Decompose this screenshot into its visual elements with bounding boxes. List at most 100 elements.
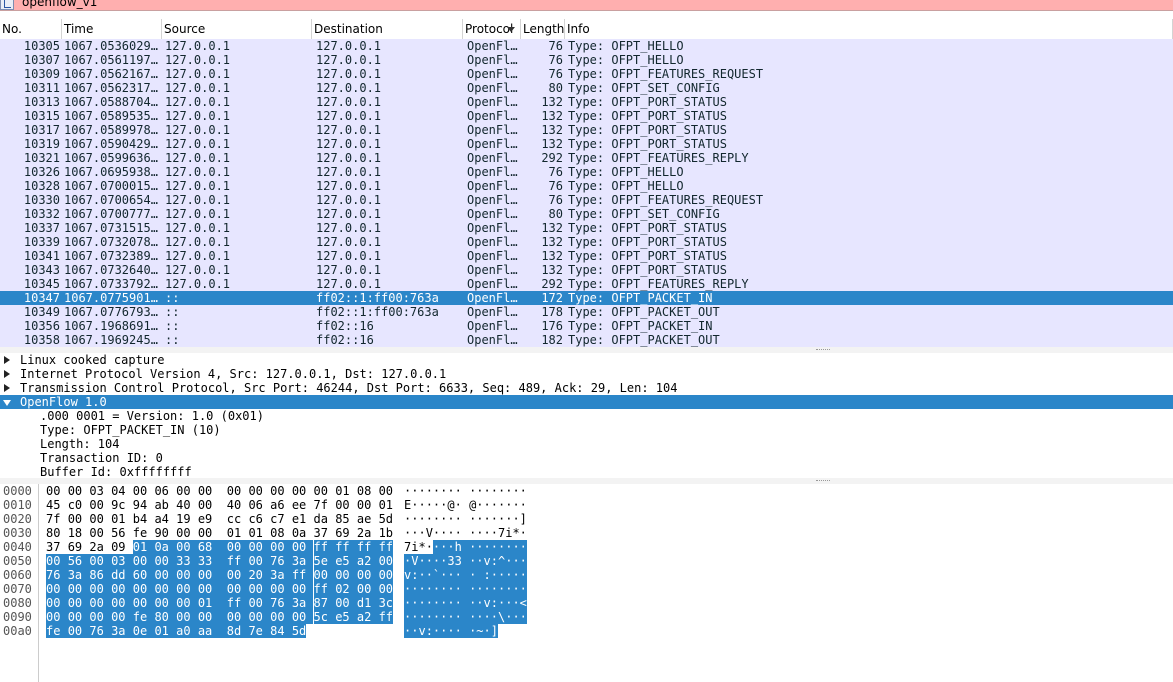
ascii-char[interactable] xyxy=(461,624,470,638)
ascii-char[interactable] xyxy=(461,540,470,554)
hex-byte[interactable]: 01 xyxy=(379,498,393,512)
hex-byte[interactable]: 00 xyxy=(154,582,169,596)
ascii-char[interactable]: · xyxy=(447,540,455,554)
packet-row[interactable]: 10330 1067.0700654… 127.0.0.1 127.0.0.1 Open… xyxy=(0,193,1173,207)
hex-byte[interactable]: 1b xyxy=(379,526,393,540)
ascii-char[interactable]: · xyxy=(433,512,440,526)
hex-byte[interactable]: 94 xyxy=(133,498,147,512)
hex-byte[interactable]: 00 xyxy=(378,554,394,568)
hex-byte[interactable]: 00 xyxy=(335,568,350,582)
packet-row[interactable]: 10356 1067.1968691…:: ff02::16 OpenFl… 176 Ty… xyxy=(0,319,1173,333)
ascii-char[interactable]: · xyxy=(490,540,498,554)
hex-byte[interactable]: 00 xyxy=(198,526,212,540)
hex-byte[interactable]: 00 xyxy=(176,484,190,498)
hex-byte[interactable]: 00 xyxy=(176,596,191,610)
ascii-char[interactable]: · xyxy=(498,512,505,526)
hex-byte[interactable]: 00 xyxy=(378,582,394,596)
ascii-char[interactable] xyxy=(462,498,469,512)
ascii-char[interactable]: · xyxy=(447,484,454,498)
detail-field[interactable]: Buffer Id: 0xffffffff xyxy=(0,465,1173,479)
hex-byte[interactable]: 7f xyxy=(314,498,328,512)
hex-byte[interactable]: 03 xyxy=(89,484,103,498)
ascii-char[interactable]: v xyxy=(418,624,426,638)
ascii-char[interactable]: · xyxy=(425,610,433,624)
packet-bytes[interactable]: 0000 00 00 03 04 00 06 00 00 00 00 00 00 00 01 08 00 · · · ·… xyxy=(0,484,1173,682)
hex-byte[interactable]: 69 xyxy=(335,526,349,540)
hex-byte[interactable]: ff xyxy=(291,568,307,582)
hex-byte[interactable]: 06 xyxy=(248,498,262,512)
ascii-char[interactable]: · xyxy=(476,582,484,596)
ascii-char[interactable]: · xyxy=(483,610,491,624)
ascii-char[interactable]: · xyxy=(447,582,455,596)
ascii-char[interactable]: · xyxy=(440,484,447,498)
ascii-char[interactable]: · xyxy=(404,554,412,568)
hex-byte[interactable]: 00 xyxy=(248,610,263,624)
ascii-char[interactable]: · xyxy=(411,526,418,540)
hex-byte[interactable]: 3a xyxy=(291,554,307,568)
hex-byte[interactable]: 00 xyxy=(378,568,394,582)
hex-byte[interactable]: e5 xyxy=(335,554,350,568)
ascii-char[interactable]: : xyxy=(483,568,491,582)
ascii-char[interactable]: · xyxy=(476,526,483,540)
ascii-char[interactable]: · xyxy=(483,582,491,596)
packet-row[interactable]: 10313 1067.0588704… 127.0.0.1 127.0.0.1 Open… xyxy=(0,95,1173,109)
ascii-char[interactable]: · xyxy=(491,498,498,512)
splitter-grip[interactable] xyxy=(816,349,830,352)
packet-row[interactable]: 10358 1067.1969245…:: ff02::16 OpenFl… 182 Ty… xyxy=(0,333,1173,347)
packet-row[interactable]: 10337 1067.0731515… 127.0.0.1 127.0.0.1 Open… xyxy=(0,221,1173,235)
hex-byte[interactable]: 5d xyxy=(291,624,307,638)
hex-byte[interactable]: fe xyxy=(132,610,148,624)
hex-byte[interactable]: ff xyxy=(226,554,242,568)
ascii-char[interactable]: @ xyxy=(447,498,454,512)
hex-byte[interactable]: 00 xyxy=(197,568,213,582)
hex-byte[interactable]: 00 xyxy=(176,568,191,582)
hex-byte[interactable]: 76 xyxy=(270,596,285,610)
column-header-no[interactable]: No. xyxy=(0,19,62,39)
ascii-char[interactable]: * xyxy=(512,526,519,540)
ascii-char[interactable]: · xyxy=(469,526,476,540)
hex-byte[interactable]: ff xyxy=(335,540,350,554)
hex-byte[interactable]: ff xyxy=(356,540,372,554)
ascii-char[interactable]: v xyxy=(404,568,412,582)
ascii-char[interactable]: · xyxy=(425,596,433,610)
ascii-char[interactable]: · xyxy=(497,568,506,582)
ascii-char[interactable]: · xyxy=(447,596,455,610)
ascii-char[interactable]: · xyxy=(418,498,425,512)
hex-byte[interactable]: 20 xyxy=(248,568,263,582)
hex-byte[interactable]: 00 xyxy=(291,540,307,554)
expand-arrow-right-icon[interactable] xyxy=(4,356,10,364)
ascii-char[interactable]: · xyxy=(425,582,433,596)
hex-byte[interactable]: a2 xyxy=(356,610,372,624)
hex-byte[interactable]: 60 xyxy=(132,568,148,582)
detail-field[interactable]: .000 0001 = Version: 1.0 (0x01) xyxy=(0,409,1173,423)
hex-byte[interactable]: 3a xyxy=(111,624,126,638)
packet-row[interactable]: 10328 1067.0700015… 127.0.0.1 127.0.0.1 Open… xyxy=(0,179,1173,193)
ascii-char[interactable]: · xyxy=(432,582,441,596)
hex-byte[interactable]: 00 xyxy=(248,582,263,596)
hex-byte[interactable]: 00 xyxy=(248,540,263,554)
detail-tree-node[interactable]: Internet Protocol Version 4, Src: 127.0.… xyxy=(0,367,1173,381)
detail-tree-node[interactable]: Linux cooked capture xyxy=(0,353,1173,367)
ascii-char[interactable]: · xyxy=(433,526,440,540)
ascii-char[interactable]: · xyxy=(505,498,512,512)
ascii-char[interactable]: ] xyxy=(520,512,527,526)
hex-byte[interactable]: 84 xyxy=(270,624,285,638)
hex-byte[interactable]: 3a xyxy=(270,568,285,582)
hex-byte[interactable]: c0 xyxy=(68,498,82,512)
hex-byte[interactable]: e1 xyxy=(292,512,306,526)
ascii-char[interactable]: · xyxy=(469,596,477,610)
ascii-char[interactable] xyxy=(462,526,469,540)
hex-byte[interactable]: 09 xyxy=(111,540,125,554)
ascii-char[interactable]: · xyxy=(440,540,448,554)
ascii-char[interactable]: · xyxy=(426,484,433,498)
ascii-char[interactable]: · xyxy=(490,568,498,582)
hex-byte[interactable]: c7 xyxy=(270,512,284,526)
ascii-char[interactable]: · xyxy=(497,582,506,596)
hex-byte[interactable]: 00 xyxy=(89,582,104,596)
hex-byte[interactable]: 00 xyxy=(67,582,83,596)
hex-byte[interactable]: 0a xyxy=(292,526,306,540)
ascii-char[interactable]: · xyxy=(505,540,513,554)
hex-byte[interactable]: 68 xyxy=(197,540,213,554)
ascii-char[interactable]: \ xyxy=(497,610,506,624)
hex-byte[interactable]: 00 xyxy=(68,512,82,526)
